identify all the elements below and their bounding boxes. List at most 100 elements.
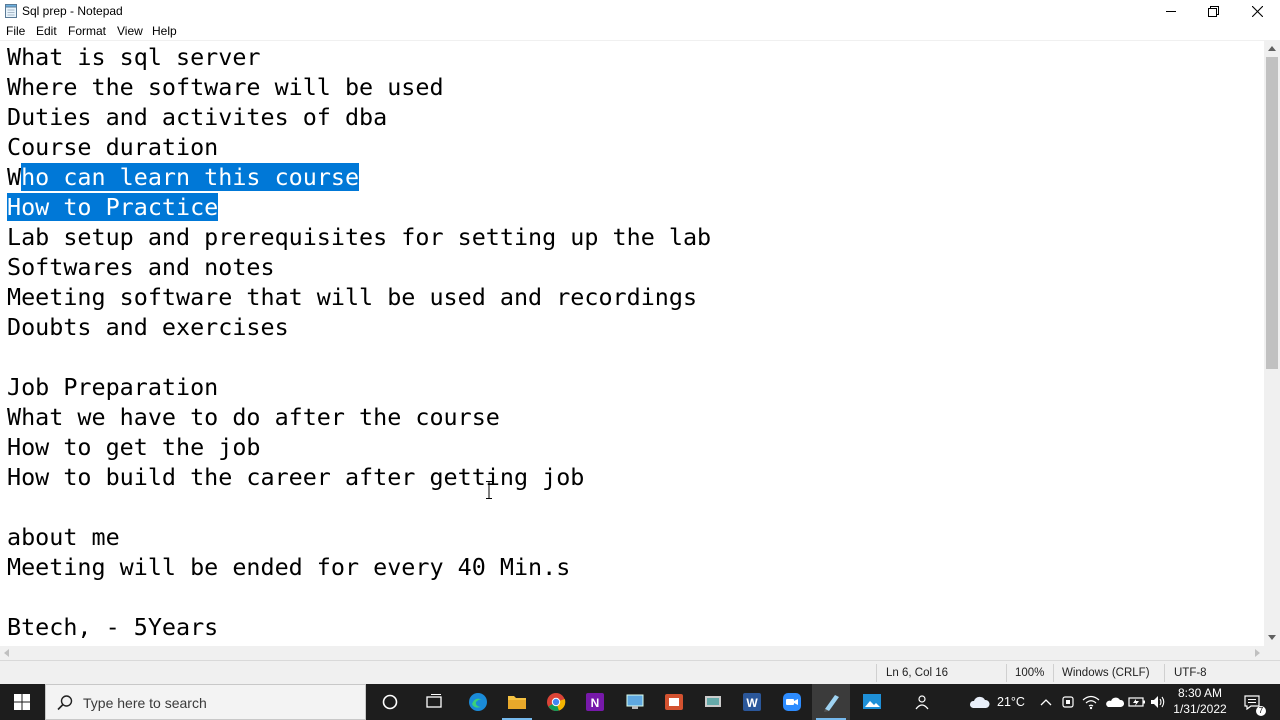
encoding: UTF-8 [1174,667,1207,679]
arrow-left-icon [4,649,9,657]
text-line: How to get the job [7,433,261,461]
menu-file[interactable]: File [6,24,25,38]
text-cursor-icon [486,481,492,499]
minimize-button[interactable] [1150,0,1192,22]
text-line: Who can learn this course [7,163,360,191]
menu-view[interactable]: View [117,24,143,38]
taskbar-chrome[interactable] [537,684,575,720]
scroll-left-button[interactable] [0,646,14,660]
horizontal-scrollbar[interactable] [0,646,1264,660]
line-ending: Windows (CRLF) [1062,667,1150,679]
weather-temperature[interactable]: 21°C [995,684,1027,720]
folder-icon [508,696,526,709]
status-divider [1006,664,1007,682]
menu-help[interactable]: Help [152,24,177,38]
chrome-icon [547,693,566,711]
text-line: What is sql server [7,43,261,71]
scroll-up-button[interactable] [1264,40,1280,57]
arrow-right-icon [1255,649,1260,657]
battery-button[interactable] [1126,684,1148,720]
scrollbar-thumb[interactable] [1266,57,1278,369]
close-icon [1251,5,1263,17]
vertical-scrollbar[interactable] [1264,40,1280,646]
text-line: Lab setup and prerequisites for setting … [7,223,712,251]
search-icon [57,695,73,711]
restore-icon [1207,5,1219,17]
zoom-level: 100% [1015,667,1045,679]
show-hidden-icons-button[interactable] [1036,684,1056,720]
task-view-icon [426,694,442,708]
wifi-button[interactable] [1080,684,1102,720]
volume-button[interactable] [1148,684,1170,720]
taskbar-word[interactable]: W [733,684,771,720]
search-placeholder: Type here to search [83,695,207,711]
cortana-icon [382,694,398,710]
chevron-up-icon [1040,699,1052,706]
text-line: Course duration [7,133,219,161]
clock-time: 8:30 AM [1177,686,1223,700]
title-bar: Sql prep - Notepad [0,0,1280,22]
minimize-icon [1166,11,1176,12]
clock-date: 1/31/2022 [1173,702,1227,716]
powerpoint-icon [665,694,683,710]
close-button[interactable] [1236,0,1278,22]
zoom-icon [783,693,801,711]
text-line: Doubts and exercises [7,313,289,341]
text-line: Where the software will be used [7,73,444,101]
scroll-right-button[interactable] [1250,646,1264,660]
menu-edit[interactable]: Edit [36,24,57,38]
people-button[interactable] [908,684,938,720]
cortana-button[interactable] [371,684,409,720]
network-app-icon [705,696,721,707]
taskbar-app-desktop[interactable] [616,684,654,720]
taskbar-file-explorer[interactable] [498,684,536,720]
windows-logo-icon [14,694,30,710]
status-bar: Ln 6, Col 16 100% Windows (CRLF) UTF-8 [0,660,1280,684]
text-line: What we have to do after the course [7,403,500,431]
window-title: Sql prep - Notepad [22,4,123,18]
task-view-button[interactable] [415,684,453,720]
taskbar-search[interactable]: Type here to search [45,684,366,720]
text-line: Job Preparation [7,373,219,401]
weather-button[interactable] [964,684,994,720]
taskbar-notepad[interactable] [812,684,850,720]
scrollbar-corner [1264,646,1280,660]
text-editor[interactable]: What is sql server Where the software wi… [0,40,1264,646]
notification-count-badge: 7 [1256,706,1266,716]
menu-bar: File Edit Format View Help [0,22,1280,40]
text-line: Meeting will be ended for every 40 Min.s [7,553,571,581]
status-divider [1053,664,1054,682]
battery-charging-icon [1128,697,1145,707]
desktop-app-icon [626,694,644,709]
scroll-down-button[interactable] [1264,629,1280,646]
taskbar: Type here to search N W 21°C 8:30 AM 1/3… [0,684,1280,720]
meet-now-button[interactable] [1058,684,1080,720]
text-selection: ho can learn this course [21,163,360,191]
taskbar-powerpoint[interactable] [655,684,693,720]
text-line: How to build the career after getting jo… [7,463,585,491]
text-line: Meeting software that will be used and r… [7,283,698,311]
status-divider [1164,664,1165,682]
restore-button[interactable] [1192,0,1234,22]
taskbar-onenote[interactable]: N [576,684,614,720]
start-button[interactable] [0,684,44,720]
taskbar-network-app[interactable] [694,684,732,720]
onedrive-button[interactable] [1102,684,1126,720]
text-line: Softwares and notes [7,253,275,281]
onenote-icon: N [586,693,604,711]
text-line: about me [7,523,120,551]
notepad-icon [5,4,17,18]
taskbar-photos[interactable] [853,684,891,720]
text-selection: How to Practice [7,193,219,221]
meet-now-icon [1062,696,1074,708]
taskbar-edge[interactable] [459,684,497,720]
taskbar-zoom[interactable] [773,684,811,720]
menu-format[interactable]: Format [68,24,106,38]
wifi-icon [1082,695,1100,710]
volume-icon [1151,696,1165,708]
photos-icon [863,694,881,709]
text-line: Btech, - 5Years [7,613,219,641]
word-icon: W [743,693,761,711]
onedrive-cloud-icon [1106,697,1124,707]
status-divider [876,664,877,682]
